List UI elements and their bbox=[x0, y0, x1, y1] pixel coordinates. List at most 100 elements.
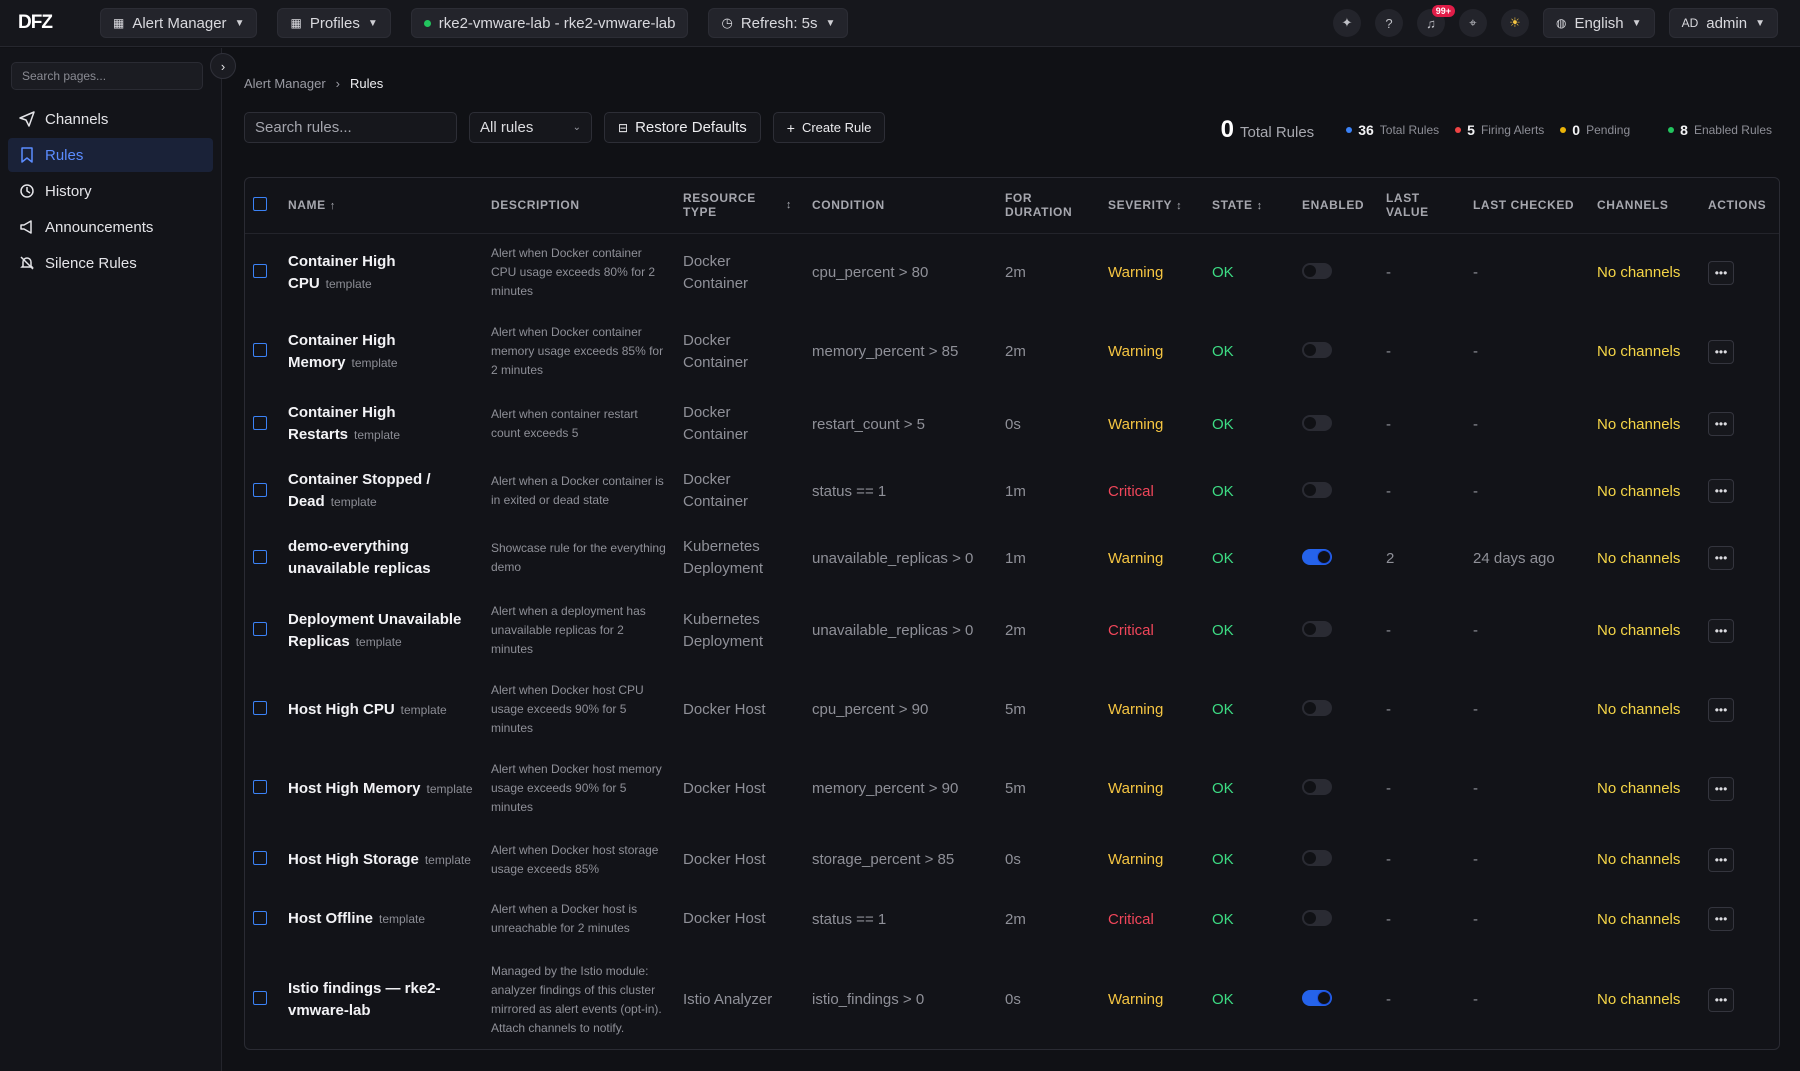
sidebar-collapse-button[interactable]: › bbox=[210, 53, 236, 79]
rule-name[interactable]: Istio findings — rke2-vmware-lab bbox=[288, 980, 441, 1019]
row-select-cell bbox=[245, 670, 280, 749]
row-checkbox[interactable] bbox=[253, 780, 267, 794]
rules-toolbar: All rules ⌄ ⊟ Restore Defaults + Create … bbox=[244, 112, 886, 143]
breadcrumb-parent[interactable]: Alert Manager bbox=[244, 76, 326, 91]
row-actions-button[interactable]: ••• bbox=[1708, 412, 1734, 436]
breadcrumb: Alert Manager › Rules bbox=[244, 76, 383, 91]
refresh-selector[interactable]: ◷ Refresh: 5s ▼ bbox=[708, 8, 849, 38]
duration-cell: 0s bbox=[997, 947, 1100, 1049]
more-icon: ••• bbox=[1714, 344, 1728, 359]
rule-name-cell: Container High Restarts template bbox=[280, 391, 483, 457]
sidebar-item-silence-rules[interactable]: Silence Rules bbox=[8, 246, 213, 280]
rule-stats: 0 Total Rules 36 Total Rules 5 Firing Al… bbox=[1221, 116, 1772, 144]
table-row[interactable]: Container Stopped / Dead template Alert wh… bbox=[245, 457, 1779, 525]
enabled-toggle[interactable] bbox=[1302, 779, 1332, 795]
rule-name[interactable]: Host High Memory bbox=[288, 780, 421, 797]
enabled-toggle[interactable] bbox=[1302, 909, 1332, 926]
severity-label: Warning bbox=[1108, 549, 1164, 567]
severity-cell: Warning bbox=[1100, 525, 1204, 591]
row-actions-button[interactable]: ••• bbox=[1708, 339, 1734, 364]
row-actions-button[interactable]: ••• bbox=[1708, 987, 1734, 1012]
row-actions-button[interactable]: ••• bbox=[1708, 697, 1734, 722]
rules-table: NAME ↑ DESCRIPTION RESOURCE TYPE ↕ CONDIT… bbox=[244, 177, 1780, 1050]
row-checkbox[interactable] bbox=[253, 482, 267, 497]
condition-cell: memory_percent > 85 bbox=[804, 312, 997, 391]
more-icon: ••• bbox=[1714, 992, 1728, 1007]
row-actions-button[interactable]: ••• bbox=[1708, 546, 1734, 570]
enabled-toggle[interactable] bbox=[1302, 263, 1332, 280]
pin-button[interactable]: ⌖ bbox=[1458, 9, 1487, 37]
sparkle-button[interactable]: ✦ bbox=[1332, 9, 1361, 37]
rules-filter-select[interactable]: All rules ⌄ bbox=[469, 112, 592, 143]
sidebar-item-rules[interactable]: Rules bbox=[8, 138, 213, 172]
row-checkbox[interactable] bbox=[253, 701, 267, 715]
last-value: - bbox=[1386, 264, 1391, 282]
row-checkbox[interactable] bbox=[253, 549, 267, 564]
row-checkbox[interactable] bbox=[253, 264, 267, 279]
enabled-toggle[interactable] bbox=[1302, 342, 1332, 358]
duration-cell: 1m bbox=[997, 525, 1100, 591]
enabled-toggle[interactable] bbox=[1302, 548, 1332, 565]
rule-name[interactable]: Host High Storage bbox=[288, 851, 419, 868]
row-actions-button[interactable]: ••• bbox=[1708, 260, 1734, 285]
select-all-checkbox[interactable] bbox=[253, 196, 267, 211]
table-row[interactable]: Container High Restarts template Alert whe… bbox=[245, 391, 1779, 457]
language-selector[interactable]: ◍ English ▼ bbox=[1542, 8, 1655, 38]
enabled-toggle[interactable] bbox=[1302, 700, 1332, 716]
column-header-severity[interactable]: SEVERITY ↕ bbox=[1100, 178, 1204, 234]
sidebar-item-announcements[interactable]: Announcements bbox=[8, 210, 213, 244]
table-row[interactable]: Host Offline template Alert when a Docker … bbox=[245, 891, 1779, 947]
row-checkbox[interactable] bbox=[253, 622, 267, 636]
duration-cell: 2m bbox=[997, 233, 1100, 312]
table-row[interactable]: Host High Storage template Alert when Dock… bbox=[245, 828, 1779, 891]
theme-toggle-button[interactable]: ☀ bbox=[1500, 9, 1529, 37]
rule-name[interactable]: Host High CPU bbox=[288, 701, 395, 718]
row-checkbox[interactable] bbox=[253, 910, 267, 925]
row-checkbox[interactable] bbox=[253, 851, 267, 865]
condition-cell: storage_percent > 85 bbox=[804, 828, 997, 891]
enabled-toggle[interactable] bbox=[1302, 990, 1332, 1006]
table-row[interactable]: demo-everything unavailable replicas Show… bbox=[245, 525, 1779, 591]
enabled-toggle[interactable] bbox=[1302, 481, 1332, 498]
table-row[interactable]: Container High CPU template Alert when Doc… bbox=[245, 233, 1779, 312]
condition-cell: unavailable_replicas > 0 bbox=[804, 525, 997, 591]
row-actions-button[interactable]: ••• bbox=[1708, 479, 1734, 503]
clock-icon: ◷ bbox=[721, 15, 733, 30]
rule-name[interactable]: Host Offline bbox=[288, 910, 373, 927]
last-checked-cell: - bbox=[1465, 233, 1589, 312]
table-row[interactable]: Istio findings — rke2-vmware-lab Managed … bbox=[245, 947, 1779, 1049]
cluster-selector[interactable]: rke2-vmware-lab - rke2-vmware-lab bbox=[410, 8, 689, 38]
enabled-toggle[interactable] bbox=[1302, 414, 1332, 431]
app-menu-button[interactable]: ▦ Alert Manager ▼ bbox=[100, 8, 258, 38]
sidebar-item-history[interactable]: History bbox=[8, 174, 213, 208]
page-search-input[interactable] bbox=[11, 62, 203, 90]
row-actions-button[interactable]: ••• bbox=[1708, 776, 1734, 801]
row-checkbox[interactable] bbox=[253, 343, 267, 357]
actions-cell: ••• bbox=[1700, 828, 1779, 891]
profiles-button[interactable]: ▦ Profiles ▼ bbox=[277, 8, 391, 38]
help-button[interactable]: ? bbox=[1374, 9, 1403, 37]
table-row[interactable]: Deployment Unavailable Replicas template A… bbox=[245, 591, 1779, 670]
restore-defaults-button[interactable]: ⊟ Restore Defaults bbox=[604, 112, 761, 143]
app-logo[interactable]: DFZ bbox=[18, 12, 82, 34]
column-header-resource-type[interactable]: RESOURCE TYPE ↕ bbox=[675, 178, 804, 234]
row-actions-button[interactable]: ••• bbox=[1708, 847, 1734, 872]
severity-label: Warning bbox=[1108, 701, 1164, 718]
column-header-name[interactable]: NAME ↑ bbox=[280, 178, 483, 234]
sidebar-item-channels[interactable]: Channels bbox=[8, 102, 213, 136]
enabled-toggle[interactable] bbox=[1302, 850, 1332, 866]
row-checkbox[interactable] bbox=[253, 415, 267, 430]
search-rules-input[interactable] bbox=[244, 112, 457, 143]
rule-name[interactable]: demo-everything unavailable replicas bbox=[288, 538, 431, 577]
table-row[interactable]: Host High CPU template Alert when Docker h… bbox=[245, 670, 1779, 749]
table-row[interactable]: Container High Memory template Alert when … bbox=[245, 312, 1779, 391]
create-rule-button[interactable]: + Create Rule bbox=[772, 112, 886, 143]
row-actions-button[interactable]: ••• bbox=[1708, 907, 1734, 931]
row-checkbox[interactable] bbox=[253, 991, 267, 1005]
table-row[interactable]: Host High Memory template Alert when Docke… bbox=[245, 749, 1779, 828]
notifications-button[interactable]: ♫ 99+ bbox=[1416, 5, 1455, 37]
column-header-state[interactable]: STATE ↕ bbox=[1204, 178, 1294, 234]
enabled-toggle[interactable] bbox=[1302, 621, 1332, 637]
user-menu-button[interactable]: AD admin ▼ bbox=[1668, 8, 1778, 38]
row-actions-button[interactable]: ••• bbox=[1708, 618, 1734, 643]
